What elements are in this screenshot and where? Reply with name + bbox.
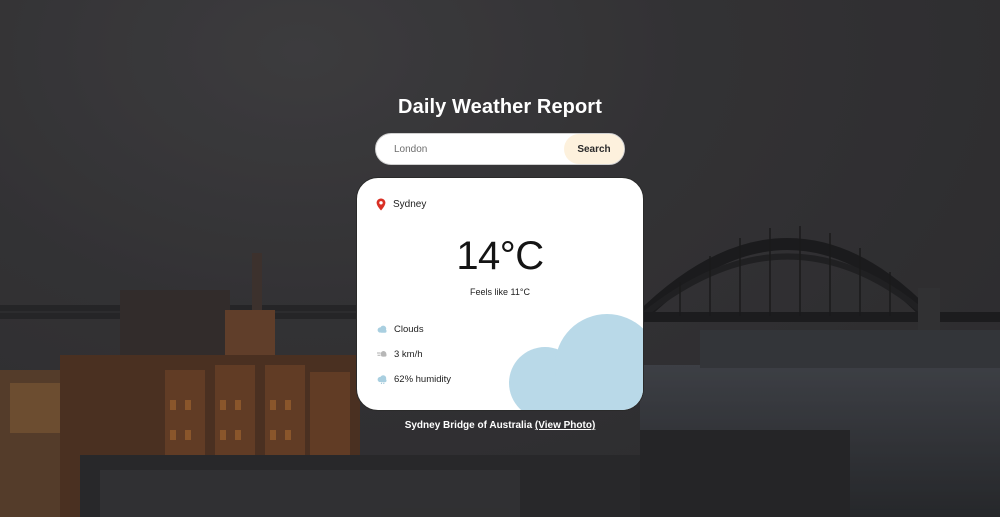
photo-credit-text: Sydney Bridge of Australia	[404, 420, 533, 431]
wind-icon	[377, 351, 387, 357]
map-pin-icon	[376, 198, 386, 210]
cloud-decoration-icon	[509, 314, 643, 410]
feels-like-text: Feels like 11°C	[470, 287, 530, 297]
conditions-text: Clouds	[394, 323, 424, 335]
humidity-cloud-icon	[377, 374, 387, 384]
weather-card: Sydney 14°C Feels like 11°C Clouds 3 km/…	[356, 177, 644, 411]
photo-credit: Sydney Bridge of Australia (View Photo)	[0, 420, 1000, 431]
page-title: Daily Weather Report	[398, 96, 602, 118]
location-row: Sydney	[376, 197, 426, 211]
wind-row: 3 km/h	[377, 347, 423, 361]
location-name: Sydney	[393, 198, 427, 210]
search-bar: Search	[375, 133, 625, 165]
view-photo-link[interactable]: (View Photo)	[535, 420, 595, 431]
wind-text: 3 km/h	[394, 348, 423, 360]
conditions-row: Clouds	[377, 322, 424, 336]
temperature-value: 14°C	[456, 234, 544, 278]
search-button[interactable]: Search	[564, 134, 624, 164]
cloud-icon	[377, 325, 387, 333]
humidity-row: 62% humidity	[377, 372, 451, 386]
city-search-input[interactable]	[376, 134, 566, 164]
humidity-text: 62% humidity	[394, 373, 452, 385]
